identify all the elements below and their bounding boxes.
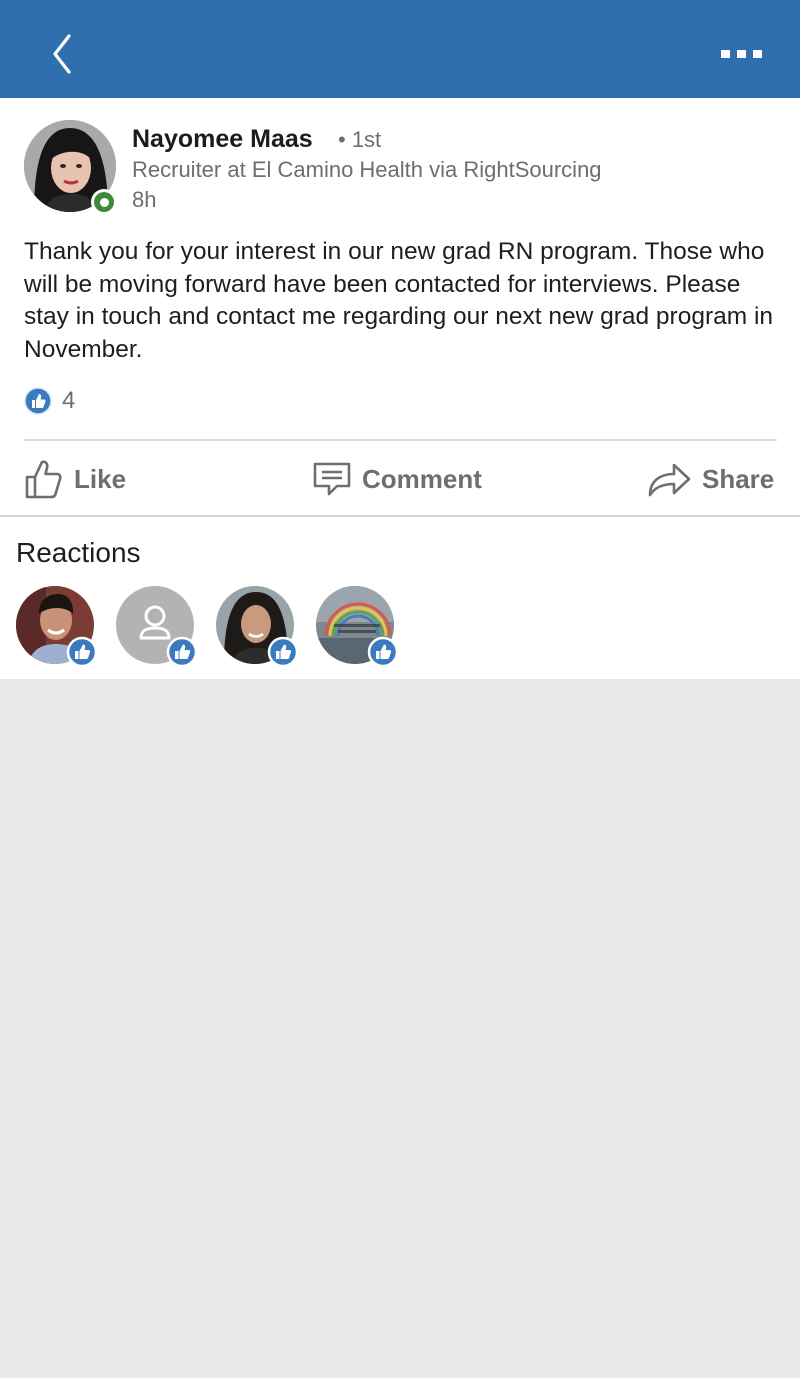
thumbs-up-icon bbox=[25, 460, 62, 499]
top-nav-bar bbox=[0, 0, 800, 98]
like-badge-icon bbox=[267, 636, 299, 668]
back-button[interactable] bbox=[40, 28, 84, 80]
post-body-text: Thank you for your interest in our new g… bbox=[24, 238, 774, 363]
online-status-indicator bbox=[91, 189, 117, 215]
author-name[interactable]: Nayomee Maas bbox=[132, 124, 313, 154]
share-button[interactable]: Share bbox=[646, 450, 774, 508]
post-divider bbox=[24, 439, 777, 441]
post-timestamp: 8h bbox=[132, 187, 157, 212]
author-headline: Recruiter at El Camino Health via RightS… bbox=[132, 157, 602, 182]
share-label: Share bbox=[702, 463, 775, 494]
like-reaction-icon[interactable] bbox=[24, 387, 52, 415]
comment-icon bbox=[313, 462, 351, 496]
share-arrow-icon bbox=[648, 463, 691, 497]
like-count[interactable]: 4 bbox=[62, 386, 75, 416]
like-button[interactable]: Like bbox=[24, 450, 126, 508]
chevron-left-icon bbox=[53, 34, 71, 74]
comment-label: Comment bbox=[362, 463, 482, 494]
more-options-button[interactable] bbox=[714, 34, 770, 74]
like-badge-icon bbox=[166, 636, 198, 668]
reactions-heading: Reactions bbox=[16, 537, 141, 568]
comment-button[interactable]: Comment bbox=[312, 450, 482, 508]
like-badge-icon bbox=[367, 636, 399, 668]
more-horizontal-icon bbox=[721, 50, 762, 58]
like-label: Like bbox=[74, 463, 127, 494]
connection-degree: • 1st bbox=[338, 127, 382, 152]
like-badge-icon bbox=[66, 636, 98, 668]
